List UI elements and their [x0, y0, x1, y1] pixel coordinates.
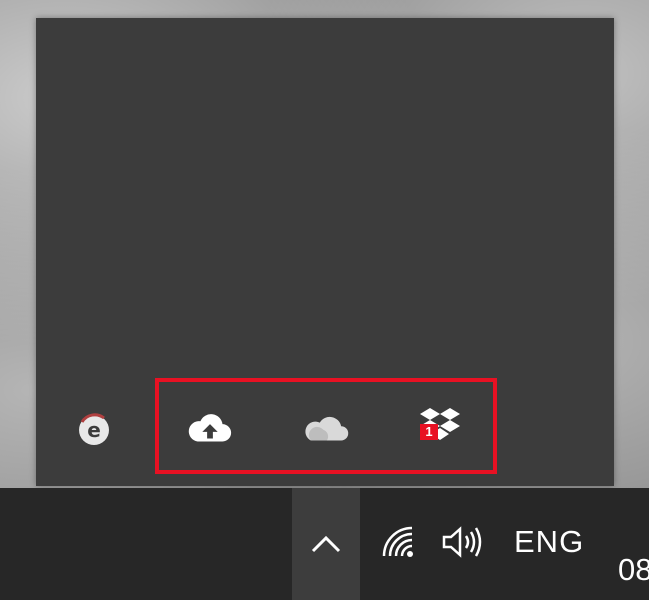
speaker-icon[interactable]	[436, 518, 492, 566]
clock[interactable]: 08	[618, 552, 649, 588]
svg-text:e: e	[87, 418, 101, 442]
language-indicator[interactable]: ENG	[514, 524, 584, 560]
ie-icon-graphic: e	[79, 413, 109, 445]
taskbar: ENG 08	[0, 488, 649, 600]
wifi-icon[interactable]	[376, 518, 420, 566]
chevron-up-icon	[311, 535, 341, 553]
hidden-icons-flyout: e 1	[36, 18, 614, 486]
show-hidden-icons-button[interactable]	[292, 488, 360, 600]
highlight-box	[155, 378, 497, 474]
wifi-graphic	[382, 526, 413, 557]
speaker-graphic	[442, 526, 482, 558]
ie-updater-icon[interactable]: e	[70, 406, 118, 454]
